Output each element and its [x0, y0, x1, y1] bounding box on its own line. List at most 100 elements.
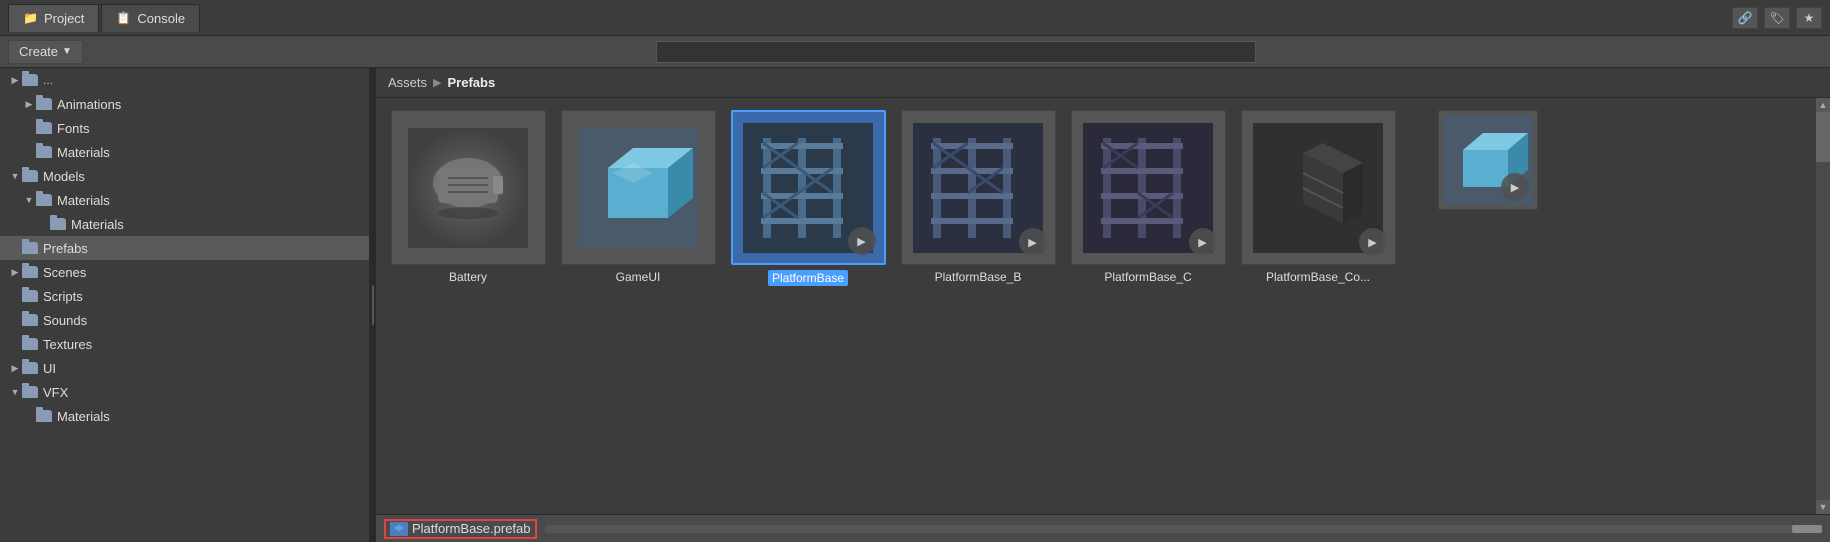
folder-icon: [50, 218, 66, 230]
play-button-platformbase-b[interactable]: ▶: [1019, 228, 1047, 256]
asset-grid-wrapper: Battery: [376, 98, 1830, 514]
tab-project[interactable]: 📁 Project: [8, 4, 99, 32]
sidebar-label-textures: Textures: [43, 337, 92, 352]
folder-icon: [36, 410, 52, 422]
sidebar-item-scripts[interactable]: Scripts: [0, 284, 369, 308]
folder-icon: [22, 266, 38, 278]
prefab-small-icon: [390, 522, 408, 536]
asset-item-gameui2[interactable]: ▶: [1408, 110, 1568, 286]
asset-item-battery[interactable]: Battery: [388, 110, 548, 286]
sidebar-label-scripts: Scripts: [43, 289, 83, 304]
project-icon: 📁: [23, 11, 38, 25]
collapse-arrow: ▶: [8, 265, 22, 279]
sidebar-label-materials-sub: Materials: [71, 217, 124, 232]
asset-item-platformbase-c[interactable]: ▶ PlatformBase_C: [1068, 110, 1228, 286]
folder-icon: [36, 194, 52, 206]
asset-thumb-battery: [391, 110, 546, 265]
scroll-up-button[interactable]: ▲: [1816, 98, 1830, 112]
folder-icon: [36, 122, 52, 134]
breadcrumb-prefabs[interactable]: Prefabs: [447, 75, 495, 90]
asset-label-platformbase-b: PlatformBase_B: [935, 270, 1022, 284]
sidebar-label-prefabs: Prefabs: [43, 241, 88, 256]
breadcrumb-assets[interactable]: Assets: [388, 75, 427, 90]
sidebar-item-prefabs[interactable]: Prefabs: [0, 236, 369, 260]
sidebar-label-vfx-materials: Materials: [57, 409, 110, 424]
prefab-icon-svg: [392, 523, 406, 534]
sidebar-item-models-materials-sub[interactable]: Materials: [0, 212, 369, 236]
sidebar-item-models-parent[interactable]: ▶ ...: [0, 68, 369, 92]
tab-console[interactable]: 📋 Console: [101, 4, 200, 32]
sidebar-label-animations: Animations: [57, 97, 121, 112]
bottom-bar: PlatformBase.prefab: [376, 514, 1830, 542]
tag-button[interactable]: 🏷: [1764, 7, 1790, 29]
sidebar-item-materials-top[interactable]: Materials: [0, 140, 369, 164]
content-area: Assets ▶ Prefabs: [376, 68, 1830, 542]
toolbar: Create ▼ 🔍: [0, 36, 1830, 68]
asset-label-platformbase: PlatformBase: [768, 270, 848, 286]
collapse-arrow: ▶: [8, 361, 22, 375]
sidebar-item-vfx[interactable]: ▼ VFX: [0, 380, 369, 404]
sidebar-item-vfx-materials[interactable]: Materials: [0, 404, 369, 428]
asset-thumb-platformbase-b: ▶: [901, 110, 1056, 265]
folder-icon: [22, 338, 38, 350]
collapse-arrow: ▼: [8, 169, 22, 183]
horizontal-scrollbar: [545, 522, 1822, 536]
asset-label-battery: Battery: [449, 270, 487, 284]
asset-label-platformbase-co: PlatformBase_Co...: [1266, 270, 1370, 284]
h-scroll-track: [545, 525, 1822, 533]
folder-icon: [22, 242, 38, 254]
sidebar-item-models-materials[interactable]: ▼ Materials: [0, 188, 369, 212]
asset-label-gameui: GameUI: [616, 270, 661, 284]
sidebar: ▶ ... ▶ Animations Fonts Materials ▼ Mod…: [0, 68, 370, 542]
folder-icon: [22, 170, 38, 182]
asset-thumb-platformbase: ▶: [731, 110, 886, 265]
asset-item-platformbase[interactable]: ▶ PlatformBase: [728, 110, 888, 286]
asset-label-platformbase-c: PlatformBase_C: [1104, 270, 1191, 284]
grid-scrollbar: ▲ ▼: [1816, 98, 1830, 514]
play-button-platformbase-co[interactable]: ▶: [1359, 228, 1387, 256]
folder-icon: [36, 146, 52, 158]
sidebar-item-sounds[interactable]: Sounds: [0, 308, 369, 332]
asset-thumb-gameui: [561, 110, 716, 265]
prefab-indicator: PlatformBase.prefab: [384, 519, 537, 539]
sidebar-item-models[interactable]: ▼ Models: [0, 164, 369, 188]
folder-icon: [36, 98, 52, 110]
scroll-thumb[interactable]: [1816, 112, 1830, 162]
sidebar-item-fonts[interactable]: Fonts: [0, 116, 369, 140]
asset-item-platformbase-b[interactable]: ▶ PlatformBase_B: [898, 110, 1058, 286]
h-scroll-thumb[interactable]: [1792, 525, 1822, 533]
create-arrow: ▼: [62, 46, 72, 57]
sidebar-item-ui[interactable]: ▶ UI: [0, 356, 369, 380]
sidebar-label-scenes: Scenes: [43, 265, 86, 280]
folder-icon: [22, 362, 38, 374]
asset-item-gameui[interactable]: GameUI: [558, 110, 718, 286]
collab-button[interactable]: 🔗: [1732, 7, 1758, 29]
sidebar-label-ui: UI: [43, 361, 56, 376]
sidebar-label-vfx: VFX: [43, 385, 68, 400]
tab-project-label: Project: [44, 11, 84, 26]
sidebar-label-models-materials: Materials: [57, 193, 110, 208]
scroll-down-button[interactable]: ▼: [1816, 500, 1830, 514]
create-button[interactable]: Create ▼: [8, 40, 83, 64]
sidebar-item-textures[interactable]: Textures: [0, 332, 369, 356]
search-input[interactable]: [656, 41, 1256, 63]
sidebar-label-materials-top: Materials: [57, 145, 110, 160]
favorite-button[interactable]: ★: [1796, 7, 1822, 29]
title-bar: 📁 Project 📋 Console 🔗 🏷 ★: [0, 0, 1830, 36]
collapse-arrow: ▼: [8, 385, 22, 399]
asset-item-platformbase-co[interactable]: ▶ PlatformBase_Co...: [1238, 110, 1398, 286]
folder-icon: [22, 74, 38, 86]
play-button-gameui2[interactable]: ▶: [1501, 173, 1529, 201]
play-button-platformbase[interactable]: ▶: [848, 227, 876, 255]
sidebar-label-fonts: Fonts: [57, 121, 90, 136]
play-button-platformbase-c[interactable]: ▶: [1189, 228, 1217, 256]
battery-svg: [408, 128, 528, 248]
tab-console-label: Console: [137, 11, 185, 26]
create-label: Create: [19, 44, 58, 59]
sidebar-item-animations[interactable]: ▶ Animations: [0, 92, 369, 116]
title-bar-actions: 🔗 🏷 ★: [1732, 7, 1822, 29]
folder-icon: [22, 386, 38, 398]
sidebar-item-scenes[interactable]: ▶ Scenes: [0, 260, 369, 284]
collapse-arrow: ▼: [22, 193, 36, 207]
asset-thumb-platformbase-co: ▶: [1241, 110, 1396, 265]
